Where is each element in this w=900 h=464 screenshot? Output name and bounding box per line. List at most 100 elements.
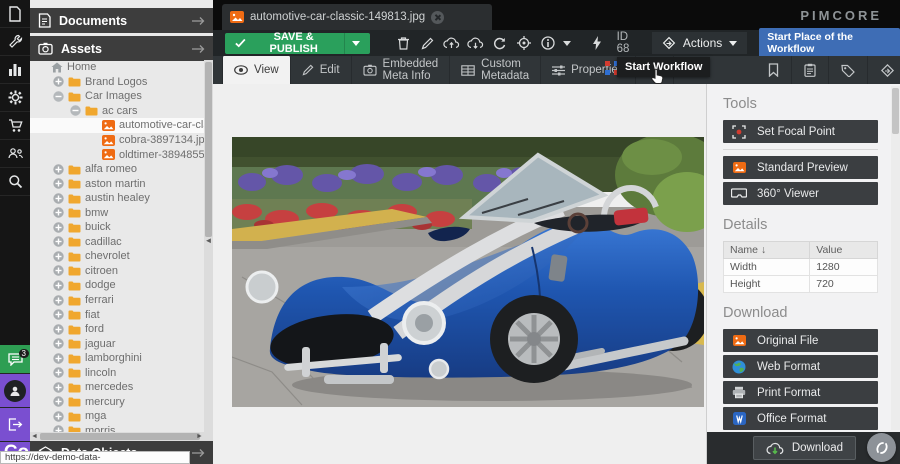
tree-item[interactable]: chevrolet xyxy=(30,249,204,264)
tree-item[interactable]: buick xyxy=(30,220,204,235)
plus-expander-icon[interactable] xyxy=(53,338,64,349)
tree-item[interactable]: bmw xyxy=(30,205,204,220)
tree-item[interactable]: aston martin xyxy=(30,176,204,191)
info-dropdown-caret[interactable] xyxy=(560,33,574,53)
tree-item[interactable]: fiat xyxy=(30,307,204,322)
plus-expander-icon[interactable] xyxy=(53,295,64,306)
close-icon[interactable] xyxy=(431,11,444,24)
delete-button[interactable] xyxy=(392,33,416,53)
tree-item[interactable]: oldtimer-3894855.jpg xyxy=(30,147,204,162)
tab-notes-events[interactable] xyxy=(792,56,829,84)
minus-expander-icon[interactable] xyxy=(70,105,81,116)
tree-item[interactable]: mercedes xyxy=(30,380,204,395)
save-publish-button[interactable]: SAVE & PUBLISH xyxy=(225,33,370,54)
actions-button[interactable]: Actions xyxy=(652,32,747,54)
tree-item[interactable]: cobra-3897134.jpg xyxy=(30,133,204,148)
download-print-format-button[interactable]: Print Format xyxy=(723,381,878,404)
documents-panel-header[interactable]: Documents xyxy=(30,8,213,33)
details-value-header[interactable]: Value xyxy=(810,242,878,259)
tab-embedded-meta-info[interactable]: Embedded Meta Info xyxy=(352,56,451,84)
focal-point-button[interactable] xyxy=(512,33,536,53)
tree-item[interactable]: ford xyxy=(30,322,204,337)
plus-expander-icon[interactable] xyxy=(53,164,64,175)
download-file-button[interactable] xyxy=(464,33,488,53)
search-icon[interactable] xyxy=(0,168,30,196)
gear-icon[interactable] xyxy=(0,84,30,112)
tree-item[interactable]: ferrari xyxy=(30,293,204,308)
asset-tab[interactable]: automotive-car-classic-149813.jpg xyxy=(222,4,492,30)
tree-item[interactable]: austin healey xyxy=(30,191,204,206)
upload-button[interactable] xyxy=(440,33,464,53)
download-office-format-button[interactable]: Office Format xyxy=(723,407,878,430)
scroll-left-arrow[interactable]: ◄ xyxy=(30,433,39,440)
tree-item[interactable]: ac cars xyxy=(30,104,204,119)
scroll-right-arrow[interactable]: ► xyxy=(195,433,204,440)
users-icon[interactable] xyxy=(0,140,30,168)
tree-item[interactable]: lamborghini xyxy=(30,351,204,366)
details-name-header[interactable]: Name ↓ xyxy=(724,242,810,259)
plus-expander-icon[interactable] xyxy=(53,309,64,320)
tree-item[interactable]: citroen xyxy=(30,264,204,279)
download-button[interactable]: Download xyxy=(753,436,856,460)
standard-preview-button[interactable]: Standard Preview xyxy=(723,156,878,179)
info-button[interactable] xyxy=(536,33,560,53)
plus-expander-icon[interactable] xyxy=(53,207,64,218)
download-original-file-button[interactable]: Original File xyxy=(723,329,878,352)
logout-icon[interactable] xyxy=(0,408,30,442)
panel-collapse-handle[interactable]: ◄ xyxy=(204,232,213,248)
plus-expander-icon[interactable] xyxy=(53,324,64,335)
plus-expander-icon[interactable] xyxy=(53,353,64,364)
tree-item[interactable]: alfa romeo xyxy=(30,162,204,177)
scrollbar-thumb[interactable] xyxy=(40,433,200,440)
tab-view[interactable]: View xyxy=(222,56,291,84)
assets-panel-header[interactable]: Assets xyxy=(30,36,213,61)
plus-expander-icon[interactable] xyxy=(53,396,64,407)
lightning-icon[interactable] xyxy=(585,33,609,53)
tab-schedule[interactable] xyxy=(756,56,792,84)
tree-horizontal-scrollbar[interactable]: ◄ ► xyxy=(30,432,204,441)
chevron-down-icon[interactable] xyxy=(352,41,360,46)
user-avatar-button[interactable] xyxy=(0,374,30,408)
panel-scrollbar[interactable] xyxy=(891,86,900,430)
tree-item[interactable]: Brand Logos xyxy=(30,75,204,90)
tab-custom-metadata[interactable]: Custom Metadata xyxy=(450,56,541,84)
tree-item[interactable]: dodge xyxy=(30,278,204,293)
plus-expander-icon[interactable] xyxy=(53,280,64,291)
tree-item[interactable]: Car Images xyxy=(30,89,204,104)
plus-expander-icon[interactable] xyxy=(53,76,64,87)
chat-button[interactable]: 3 xyxy=(0,345,30,374)
plus-expander-icon[interactable] xyxy=(53,411,64,422)
plus-expander-icon[interactable] xyxy=(53,236,64,247)
scrollbar-thumb[interactable] xyxy=(205,62,212,237)
plus-expander-icon[interactable] xyxy=(53,367,64,378)
tree-item[interactable]: lincoln xyxy=(30,365,204,380)
tree-item[interactable]: jaguar xyxy=(30,336,204,351)
plus-expander-icon[interactable] xyxy=(53,251,64,262)
tree-item[interactable]: cadillac xyxy=(30,235,204,250)
tree-item[interactable]: Home xyxy=(30,60,204,75)
tree-item[interactable]: mga xyxy=(30,409,204,424)
widget-button[interactable] xyxy=(867,433,896,462)
wrench-icon[interactable] xyxy=(0,28,30,56)
tab-tags[interactable] xyxy=(829,56,868,84)
minus-expander-icon[interactable] xyxy=(53,91,64,102)
download-web-format-button[interactable]: Web Format xyxy=(723,355,878,378)
viewer-360-button[interactable]: 360° Viewer xyxy=(723,182,878,205)
tree-item[interactable]: mercury xyxy=(30,395,204,410)
scrollbar-thumb[interactable] xyxy=(892,88,899,134)
plus-expander-icon[interactable] xyxy=(53,382,64,393)
reload-button[interactable] xyxy=(488,33,512,53)
tree-vertical-scrollbar[interactable] xyxy=(204,60,213,441)
tree-item[interactable]: automotive-car-classic-14 xyxy=(30,118,204,133)
rename-button[interactable] xyxy=(416,33,440,53)
set-focal-point-button[interactable]: Set Focal Point xyxy=(723,120,878,143)
plus-expander-icon[interactable] xyxy=(53,222,64,233)
plus-expander-icon[interactable] xyxy=(53,193,64,204)
plus-expander-icon[interactable] xyxy=(53,265,64,276)
tab-edit[interactable]: Edit xyxy=(291,56,352,84)
asset-preview-image[interactable] xyxy=(232,137,704,407)
shopping-cart-icon[interactable] xyxy=(0,112,30,140)
plus-expander-icon[interactable] xyxy=(53,178,64,189)
file-icon[interactable] xyxy=(0,0,30,28)
tab-workflow[interactable] xyxy=(868,56,900,84)
